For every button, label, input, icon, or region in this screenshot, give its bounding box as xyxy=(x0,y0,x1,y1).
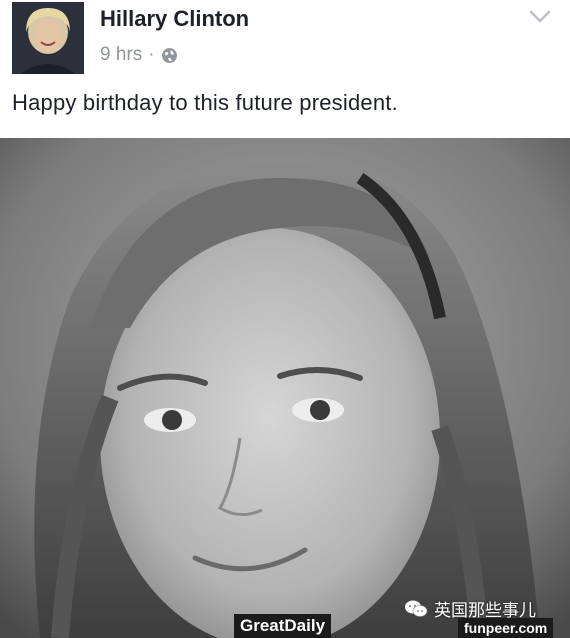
post-meta: 9 hrs · xyxy=(100,44,178,66)
author-avatar[interactable] xyxy=(12,2,84,74)
post-header: Hillary Clinton 9 hrs · Happy birthday t… xyxy=(0,0,570,138)
author-name[interactable]: Hillary Clinton xyxy=(100,6,249,32)
wechat-icon xyxy=(404,599,428,619)
facebook-post: Hillary Clinton 9 hrs · Happy birthday t… xyxy=(0,0,570,638)
meta-separator: · xyxy=(148,44,155,65)
chevron-down-icon[interactable] xyxy=(528,8,552,26)
greatdaily-watermark: GreatDaily xyxy=(234,614,332,638)
funpeer-watermark: funpeer.com xyxy=(458,618,554,638)
globe-icon xyxy=(161,47,178,64)
timestamp[interactable]: 9 hrs xyxy=(100,44,142,66)
post-photo[interactable] xyxy=(0,138,570,638)
post-status-text: Happy birthday to this future president. xyxy=(12,90,398,115)
